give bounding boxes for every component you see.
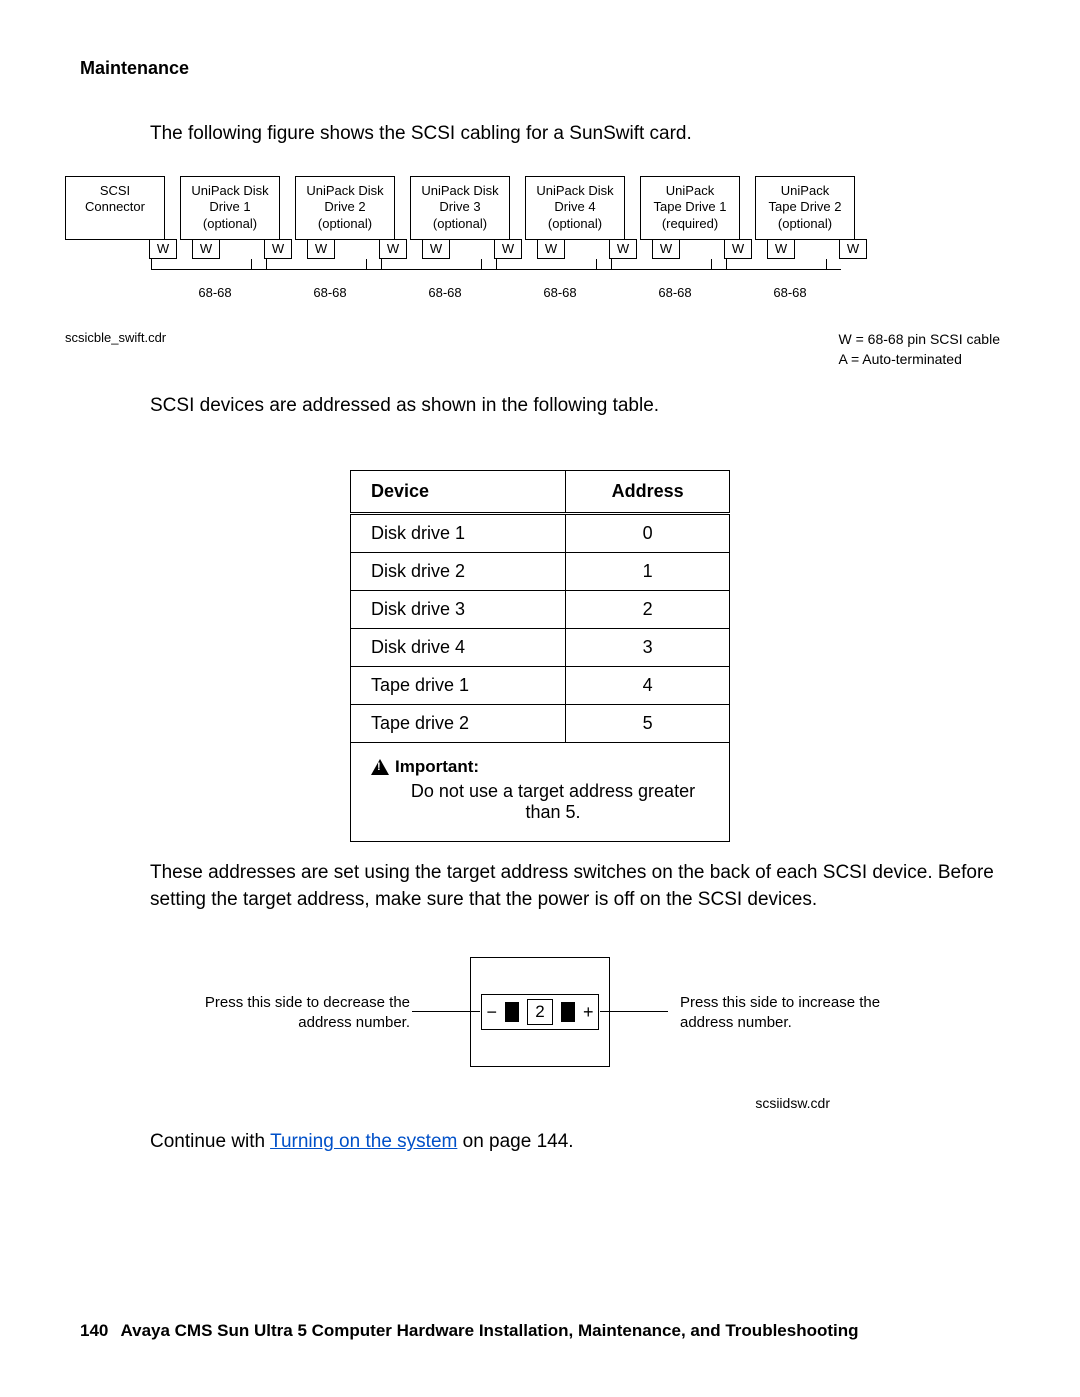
device-cell: Disk drive 2	[351, 553, 566, 591]
header-address: Address	[566, 471, 730, 514]
scsi-device-box: UniPackTape Drive 2(optional)	[755, 176, 855, 241]
continue-paragraph: Continue with Turning on the system on p…	[150, 1129, 1000, 1156]
warning-icon	[371, 759, 389, 775]
intro-paragraph: The following figure shows the SCSI cabl…	[150, 121, 1000, 148]
connector-label: W	[307, 239, 335, 259]
scsi-cabling-diagram: SCSIConnectorUniPack DiskDrive 1(optiona…	[65, 176, 1000, 370]
address-cell: 2	[566, 591, 730, 629]
connector-label: W	[724, 239, 752, 259]
cable-label: 68-68	[165, 279, 265, 300]
cable-label: 68-68	[280, 279, 380, 300]
table-row: Disk drive 21	[351, 553, 730, 591]
continue-pre: Continue with	[150, 1131, 270, 1152]
address-switch-diagram: Press this side to decrease the address …	[190, 957, 890, 1077]
legend-a: A = Auto-terminated	[839, 350, 1000, 370]
legend-w: W = 68-68 pin SCSI cable	[839, 330, 1000, 350]
diagram1-filename: scsicble_swift.cdr	[65, 330, 166, 369]
turning-on-system-link[interactable]: Turning on the system	[270, 1131, 457, 1152]
address-cell: 1	[566, 553, 730, 591]
connector-label: W	[609, 239, 637, 259]
device-cell: Disk drive 4	[351, 629, 566, 667]
connector-label: W	[652, 239, 680, 259]
para-switches: These addresses are set using the target…	[150, 860, 1000, 913]
page-footer: 140 Avaya CMS Sun Ultra 5 Computer Hardw…	[80, 1321, 859, 1341]
device-cell: Disk drive 3	[351, 591, 566, 629]
increase-label: Press this side to increase the address …	[680, 993, 910, 1032]
table-row: Disk drive 32	[351, 591, 730, 629]
cable-label: 68-68	[740, 279, 840, 300]
connector-label: W	[537, 239, 565, 259]
connector-label: W	[149, 239, 177, 259]
connector-label: W	[422, 239, 450, 259]
section-title: Maintenance	[80, 58, 1000, 79]
address-cell: 0	[566, 514, 730, 553]
table-row: Tape drive 14	[351, 667, 730, 705]
address-cell: 3	[566, 629, 730, 667]
device-cell: Disk drive 1	[351, 514, 566, 553]
scsi-device-box: UniPack DiskDrive 1(optional)	[180, 176, 280, 241]
footer-title: Avaya CMS Sun Ultra 5 Computer Hardware …	[120, 1321, 858, 1340]
continue-post: on page 144.	[457, 1131, 573, 1152]
plus-symbol: +	[583, 1002, 594, 1023]
connector-label: W	[494, 239, 522, 259]
address-cell: 4	[566, 667, 730, 705]
important-body: Do not use a target address greater than…	[397, 781, 709, 823]
address-number: 2	[527, 999, 553, 1025]
connector-label: W	[379, 239, 407, 259]
device-cell: Tape drive 1	[351, 667, 566, 705]
para-addressing: SCSI devices are addressed as shown in t…	[150, 393, 1000, 420]
scsi-device-box: UniPack DiskDrive 3(optional)	[410, 176, 510, 241]
decrease-label: Press this side to decrease the address …	[180, 993, 410, 1032]
cable-label: 68-68	[510, 279, 610, 300]
scsi-device-box: SCSIConnector	[65, 176, 165, 241]
address-cell: 5	[566, 705, 730, 743]
header-device: Device	[351, 471, 566, 514]
cable-label: 68-68	[625, 279, 725, 300]
connector-label: W	[264, 239, 292, 259]
decrease-button	[505, 1002, 519, 1022]
scsi-device-box: UniPack DiskDrive 4(optional)	[525, 176, 625, 241]
scsi-device-box: UniPack DiskDrive 2(optional)	[295, 176, 395, 241]
table-row: Tape drive 25	[351, 705, 730, 743]
device-cell: Tape drive 2	[351, 705, 566, 743]
page-number: 140	[80, 1321, 108, 1340]
scsi-device-box: UniPackTape Drive 1(required)	[640, 176, 740, 241]
connector-label: W	[767, 239, 795, 259]
minus-symbol: −	[486, 1002, 497, 1023]
increase-button	[561, 1002, 575, 1022]
address-table: Device Address Disk drive 10Disk drive 2…	[350, 470, 730, 842]
connector-label: W	[192, 239, 220, 259]
diagram2-filename: scsiidsw.cdr	[80, 1095, 830, 1111]
important-label: Important:	[395, 757, 479, 777]
connector-label: W	[839, 239, 867, 259]
table-row: Disk drive 10	[351, 514, 730, 553]
table-row: Disk drive 43	[351, 629, 730, 667]
cable-label: 68-68	[395, 279, 495, 300]
